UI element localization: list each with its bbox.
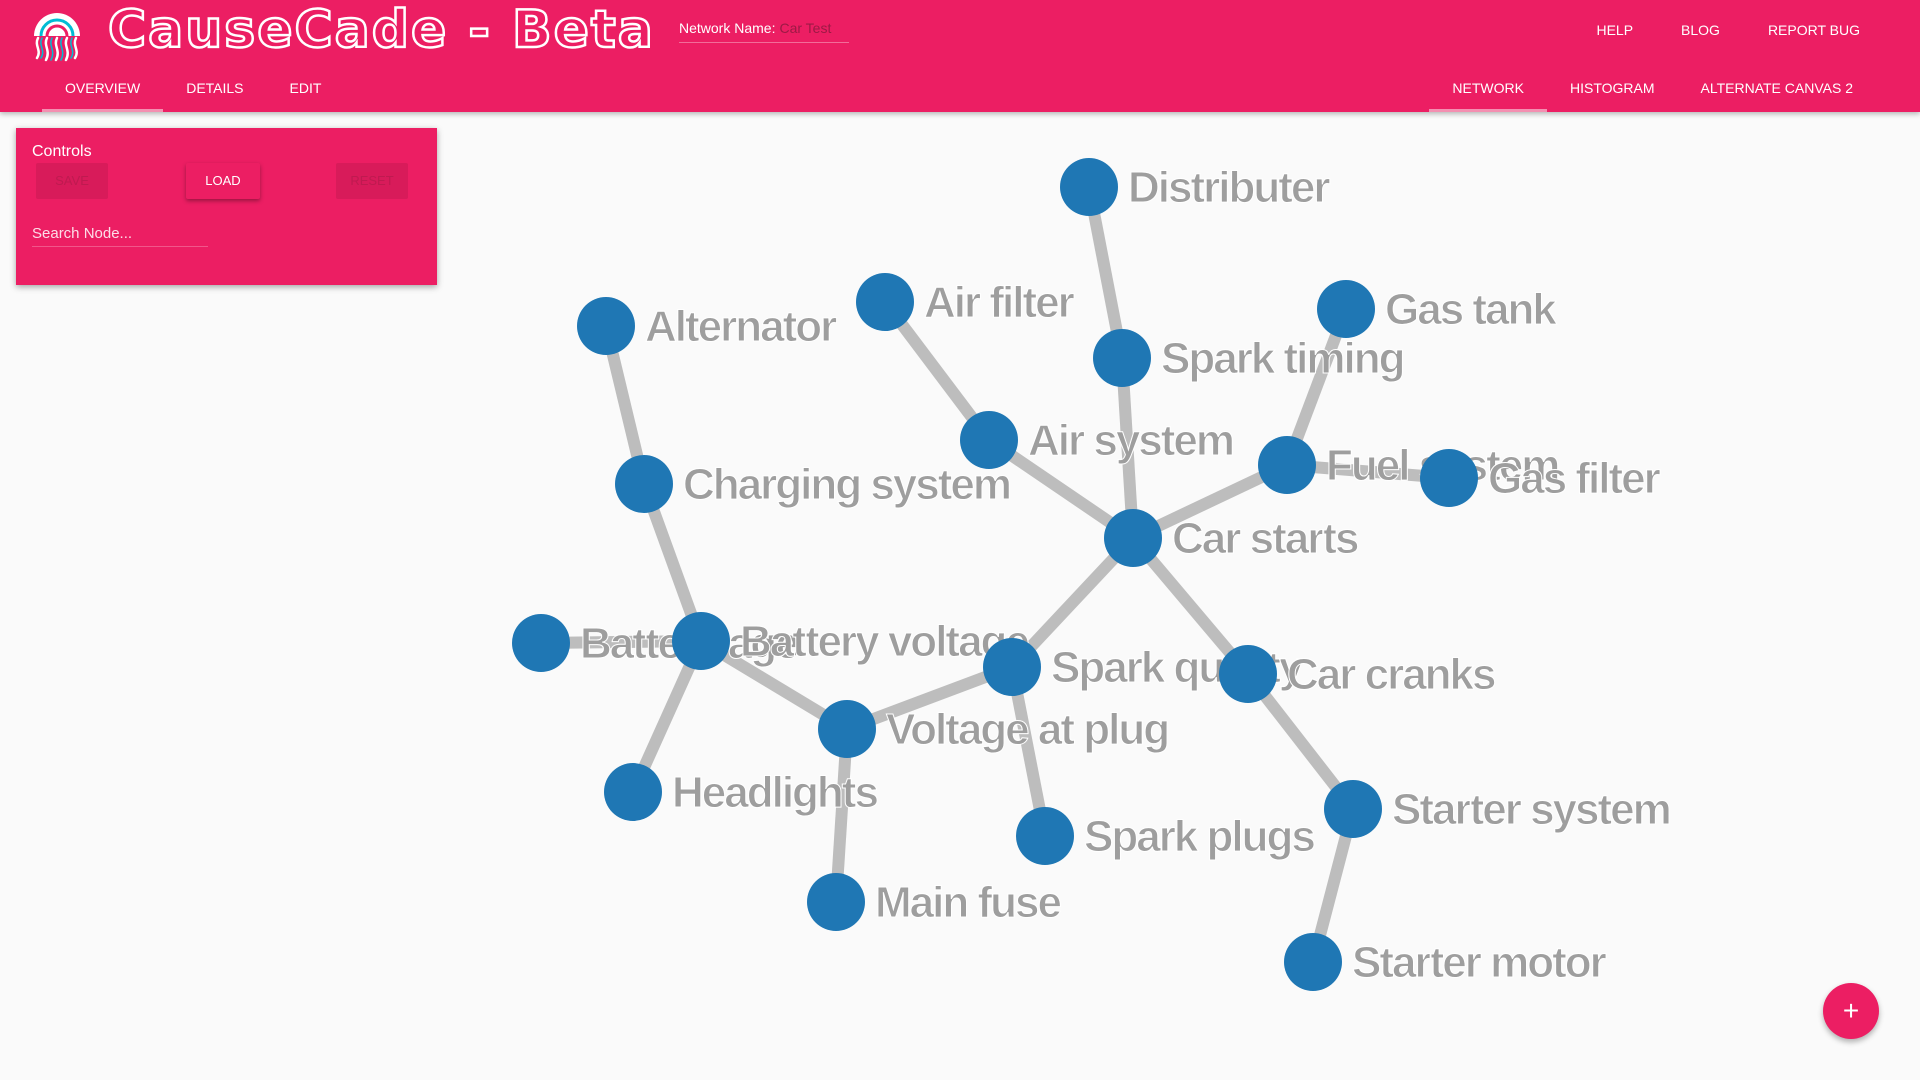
node-label: Gas filter bbox=[1488, 454, 1661, 503]
report-bug-link[interactable]: REPORT BUG bbox=[1768, 22, 1860, 38]
node-startermotor[interactable]: Starter motor bbox=[1284, 933, 1609, 991]
node-label: Voltage at plug bbox=[886, 705, 1168, 754]
node-label: Starter motor bbox=[1352, 938, 1607, 987]
node-label: Distributer bbox=[1128, 163, 1330, 212]
node-startersystem[interactable]: Starter system bbox=[1324, 780, 1672, 838]
node-gasfilter[interactable]: Gas filter bbox=[1420, 449, 1663, 507]
node-airfilter[interactable]: Air filter bbox=[856, 273, 1077, 331]
node-label: Alternator bbox=[645, 302, 837, 351]
node-headlights[interactable]: Headlights bbox=[604, 763, 880, 821]
reset-button[interactable]: RESET bbox=[336, 163, 408, 199]
node-circle[interactable] bbox=[604, 763, 662, 821]
node-circle[interactable] bbox=[807, 873, 865, 931]
node-label: Car starts bbox=[1172, 514, 1358, 563]
app-bar: CauseCade - Beta Network Name: Car Test H… bbox=[0, 0, 1920, 112]
node-circle[interactable] bbox=[1317, 280, 1375, 338]
node-charging[interactable]: Charging system bbox=[615, 455, 1012, 513]
node-circle[interactable] bbox=[983, 638, 1041, 696]
node-label: Starter system bbox=[1392, 785, 1670, 834]
node-carstarts[interactable]: Car starts bbox=[1104, 509, 1360, 567]
node-label: Air system bbox=[1028, 416, 1233, 465]
network-name-label: Network Name: bbox=[679, 20, 776, 36]
tab-overview[interactable]: OVERVIEW bbox=[42, 72, 164, 112]
node-circle[interactable] bbox=[856, 273, 914, 331]
node-label: Air filter bbox=[924, 278, 1075, 327]
controls-panel: Controls SAVE LOAD RESET bbox=[16, 128, 437, 285]
node-circle[interactable] bbox=[1284, 933, 1342, 991]
node-circle[interactable] bbox=[1258, 436, 1316, 494]
help-link[interactable]: HELP bbox=[1596, 22, 1633, 38]
node-label: Charging system bbox=[683, 460, 1010, 509]
node-circle[interactable] bbox=[1016, 807, 1074, 865]
node-label: Spark plugs bbox=[1084, 812, 1314, 861]
node-circle[interactable] bbox=[1060, 158, 1118, 216]
brand-title: CauseCade - Beta bbox=[107, 0, 655, 61]
node-voltageplug[interactable]: Voltage at plug bbox=[818, 700, 1171, 758]
node-circle[interactable] bbox=[615, 455, 673, 513]
node-label: Main fuse bbox=[875, 878, 1060, 927]
tab-edit[interactable]: EDIT bbox=[267, 72, 345, 112]
network-name-value[interactable]: Car Test bbox=[779, 20, 831, 36]
tab-network[interactable]: NETWORK bbox=[1429, 72, 1547, 112]
node-label: Headlights bbox=[672, 768, 877, 817]
panel-tabs: OVERVIEW DETAILS EDIT bbox=[42, 72, 344, 112]
node-circle[interactable] bbox=[512, 614, 570, 672]
node-circle[interactable] bbox=[818, 700, 876, 758]
node-gastank[interactable]: Gas tank bbox=[1317, 280, 1560, 338]
tab-details[interactable]: DETAILS bbox=[163, 72, 266, 112]
node-circle[interactable] bbox=[1104, 509, 1162, 567]
network-name-field[interactable]: Network Name: Car Test bbox=[679, 20, 849, 43]
node-sparkplugs[interactable]: Spark plugs bbox=[1016, 807, 1317, 865]
save-button[interactable]: SAVE bbox=[36, 163, 108, 199]
search-node-input[interactable] bbox=[32, 220, 208, 247]
tab-alternate-canvas-2[interactable]: ALTERNATE CANVAS 2 bbox=[1678, 72, 1876, 112]
node-label: Gas tank bbox=[1385, 285, 1557, 334]
node-carcranks[interactable]: Car cranks bbox=[1219, 645, 1498, 703]
node-label: Car cranks bbox=[1287, 650, 1495, 699]
plus-icon: + bbox=[1842, 995, 1860, 1026]
node-circle[interactable] bbox=[672, 612, 730, 670]
add-node-button[interactable]: + bbox=[1823, 983, 1879, 1039]
node-mainfuse[interactable]: Main fuse bbox=[807, 873, 1063, 931]
node-alternator[interactable]: Alternator bbox=[577, 297, 840, 355]
load-button[interactable]: LOAD bbox=[186, 163, 260, 199]
node-circle[interactable] bbox=[577, 297, 635, 355]
node-circle[interactable] bbox=[1324, 780, 1382, 838]
top-links: HELP BLOG REPORT BUG bbox=[1596, 22, 1860, 38]
node-label: Spark timing bbox=[1161, 334, 1404, 383]
jellyfish-logo-icon[interactable] bbox=[24, 8, 90, 64]
node-circle[interactable] bbox=[1420, 449, 1478, 507]
controls-title: Controls bbox=[32, 143, 92, 160]
node-sparktiming[interactable]: Spark timing bbox=[1093, 329, 1406, 387]
node-circle[interactable] bbox=[1093, 329, 1151, 387]
node-distributer[interactable]: Distributer bbox=[1060, 158, 1333, 216]
tab-histogram[interactable]: HISTOGRAM bbox=[1547, 72, 1678, 112]
node-circle[interactable] bbox=[1219, 645, 1277, 703]
canvas-tabs: NETWORK HISTOGRAM ALTERNATE CANVAS 2 bbox=[1429, 72, 1876, 112]
blog-link[interactable]: BLOG bbox=[1681, 22, 1720, 38]
